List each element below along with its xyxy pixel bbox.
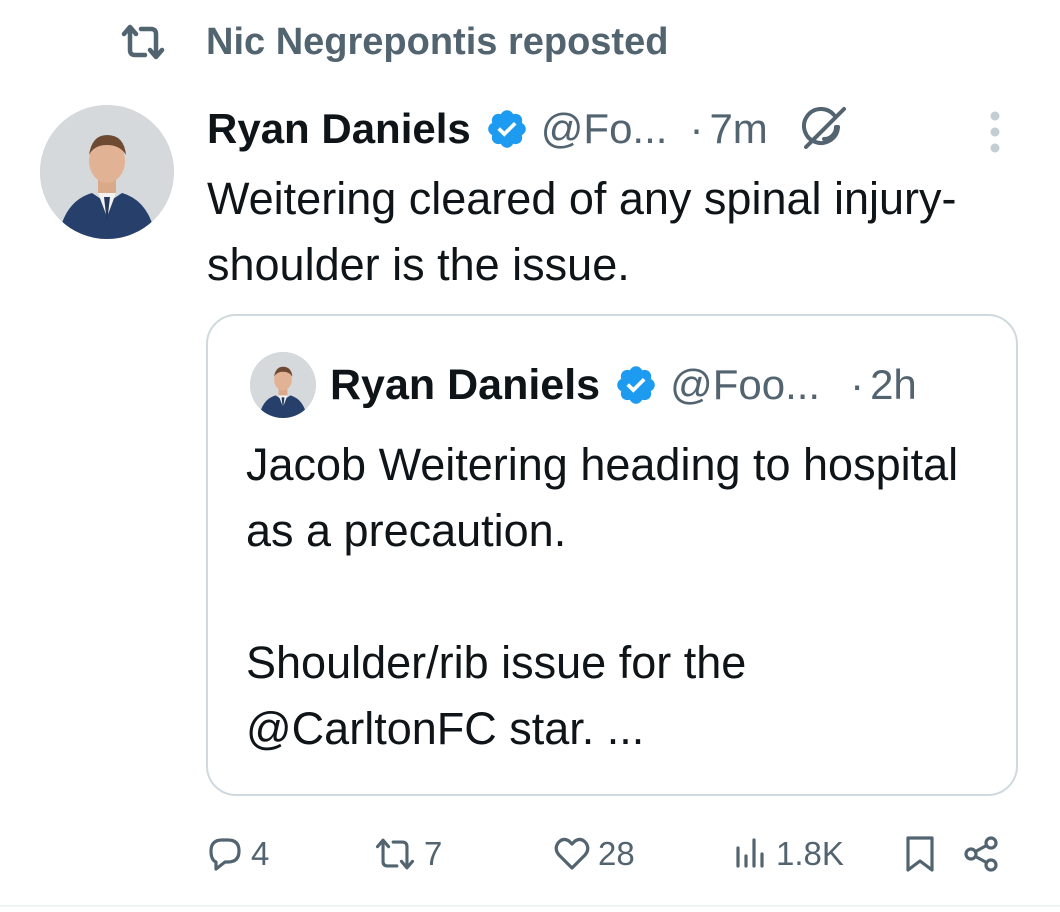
- divider: [0, 905, 1060, 907]
- author-handle[interactable]: @Fo...: [541, 105, 668, 153]
- like-button[interactable]: 28: [552, 826, 635, 882]
- quoted-timestamp[interactable]: 2h: [870, 361, 917, 409]
- separator-dot: ·: [850, 361, 865, 408]
- grok-icon[interactable]: [794, 101, 850, 157]
- reply-icon: [209, 838, 241, 871]
- avatar-photo: [40, 105, 174, 239]
- like-count: 28: [598, 835, 635, 872]
- bookmark-button[interactable]: [900, 826, 940, 882]
- tweet-text: Weitering cleared of any spinal injury- …: [207, 173, 957, 290]
- timestamp[interactable]: 7m: [709, 105, 767, 153]
- quoted-tweet-header: Ryan Daniels @Foo... · 2h: [330, 354, 917, 416]
- quoted-avatar[interactable]: [250, 352, 316, 418]
- reply-count: 4: [251, 835, 270, 872]
- verified-badge-icon: [617, 366, 655, 404]
- repost-context[interactable]: Nic Negrepontis reposted: [118, 18, 668, 66]
- quoted-author-handle[interactable]: @Foo...: [670, 361, 820, 409]
- tweet-header: Ryan Daniels @Fo... · 7m: [207, 98, 850, 160]
- views-icon: [736, 838, 764, 868]
- share-button[interactable]: [962, 826, 1002, 882]
- verified-badge-icon: [487, 110, 526, 148]
- views-count: 1.8K: [776, 835, 844, 872]
- author-name[interactable]: Ryan Daniels: [207, 105, 471, 153]
- more-vertical-icon[interactable]: [975, 108, 1015, 156]
- avatar[interactable]: [40, 105, 174, 239]
- reply-button[interactable]: 4: [205, 826, 269, 882]
- quoted-author-name[interactable]: Ryan Daniels: [330, 361, 600, 410]
- quoted-tweet-text: Jacob Weitering heading to hospital as a…: [246, 439, 959, 754]
- separator-dot: ·: [689, 105, 704, 152]
- share-icon: [964, 836, 998, 872]
- views-button[interactable]: 1.8K: [730, 826, 844, 882]
- action-bar: 4 7 28 1.8K: [0, 826, 1060, 882]
- repost-count: 7: [424, 835, 443, 872]
- repost-icon: [375, 838, 415, 870]
- heart-icon: [554, 837, 590, 870]
- bookmark-icon: [906, 836, 934, 872]
- repost-button[interactable]: 7: [372, 826, 442, 882]
- repost-icon: [121, 24, 165, 60]
- repost-label: Nic Negrepontis reposted: [206, 20, 669, 63]
- quoted-avatar-photo: [250, 352, 316, 418]
